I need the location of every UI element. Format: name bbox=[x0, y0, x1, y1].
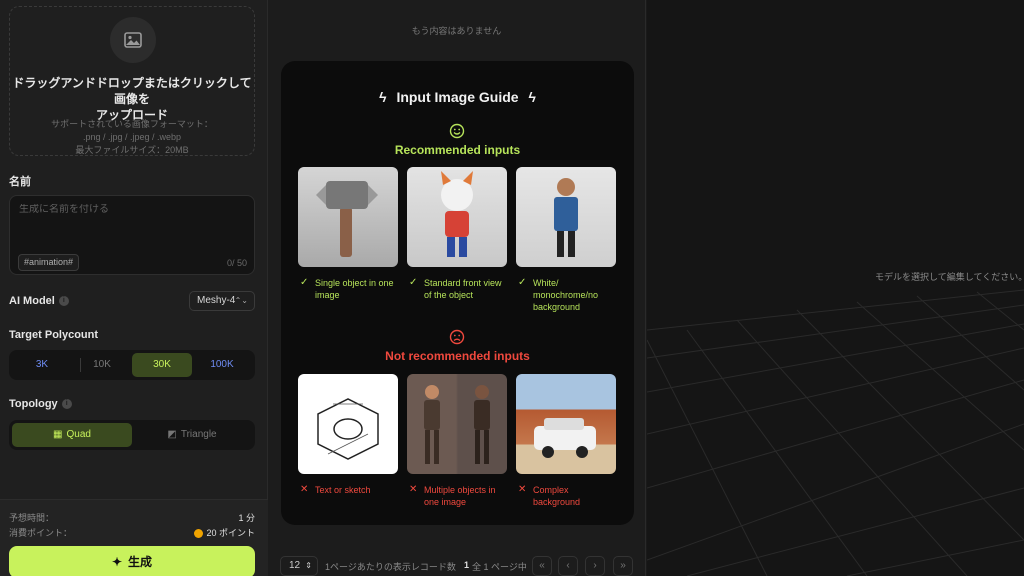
chevron-updown-icon: ⌃⌄ bbox=[234, 296, 248, 305]
topology-option-triangle[interactable]: ◩ Triangle bbox=[132, 423, 252, 447]
caption-front-view: ✓ Standard front view of the object bbox=[409, 277, 509, 301]
page-size-label: 1ページあたりの表示レコード数 bbox=[325, 562, 456, 572]
app: ドラッグアンドドロップまたはクリックして画像を アップロード サポートされている… bbox=[0, 0, 1024, 576]
quad-grid-icon: ▦ bbox=[53, 429, 63, 440]
triangle-mesh-icon: ◩ bbox=[167, 429, 177, 440]
last-page-button[interactable]: » bbox=[613, 556, 633, 576]
caption-complex-background: ✕ Complex background bbox=[518, 484, 618, 508]
caption-text: Standard front view of the object bbox=[424, 278, 502, 300]
points-cost-text: 20 ポイント bbox=[206, 528, 255, 538]
caption-text: Multiple objects in one image bbox=[424, 485, 496, 507]
name-label: 名前 bbox=[9, 176, 31, 188]
topology-option-quad[interactable]: ▦ Quad bbox=[12, 423, 132, 447]
ai-model-value: Meshy-4 bbox=[197, 295, 236, 306]
topology-label: Topology i bbox=[9, 398, 72, 410]
coin-icon bbox=[194, 529, 204, 539]
polycount-segmented-control: 3K 10K 30K 100K bbox=[9, 350, 255, 380]
estimated-time-row: 予想時間： 1 分 bbox=[9, 511, 255, 524]
polycount-option-10k[interactable]: 10K bbox=[72, 353, 132, 377]
example-hammer-image bbox=[298, 167, 398, 267]
generate-label: 生成 bbox=[128, 555, 153, 569]
check-icon: ✓ bbox=[409, 277, 418, 288]
name-field-box: #animation# 0/ 50 bbox=[9, 195, 255, 275]
first-page-button[interactable]: « bbox=[532, 556, 552, 576]
sparkle-icon: ✦ bbox=[111, 555, 123, 569]
upload-formats-info: サポートされている画像フォーマット： .png / .jpg / .jpeg /… bbox=[10, 118, 254, 157]
points-cost-label: 消費ポイント： bbox=[9, 528, 73, 538]
history-panel: もう内容はありません ϟ Input Image Guide ϟ Recomme… bbox=[268, 0, 646, 576]
input-image-guide-card: ϟ Input Image Guide ϟ Recommended inputs bbox=[281, 61, 634, 525]
max-file-size: 最大ファイルサイズ：20MB bbox=[75, 145, 189, 155]
ai-model-label: AI Model i bbox=[9, 295, 69, 307]
example-multiple-objects-image bbox=[407, 374, 507, 474]
left-panel: ドラッグアンドドロップまたはクリックして画像を アップロード サポートされている… bbox=[0, 0, 268, 576]
lightning-icon: ϟ bbox=[528, 89, 536, 105]
points-cost-row: 消費ポイント： 20 ポイント bbox=[9, 526, 255, 539]
next-page-button[interactable]: › bbox=[585, 556, 605, 576]
page-size-value: 12 bbox=[289, 560, 301, 571]
example-sketch-image bbox=[298, 374, 398, 474]
guide-title: ϟ Input Image Guide ϟ bbox=[281, 89, 634, 105]
info-icon[interactable]: i bbox=[58, 296, 69, 307]
page-size-select[interactable]: 12 ⇕ bbox=[280, 556, 318, 576]
cross-icon: ✕ bbox=[300, 484, 309, 495]
supported-formats: .png / .jpg / .jpeg / .webp bbox=[82, 132, 182, 142]
animation-tag[interactable]: #animation# bbox=[18, 254, 80, 271]
topology-label-text: Topology bbox=[9, 398, 58, 410]
caption-text: Single object in one image bbox=[315, 278, 394, 300]
model-viewer[interactable]: モデルを選択して編集してください。 bbox=[647, 0, 1024, 576]
check-icon: ✓ bbox=[300, 277, 309, 288]
ai-model-label-text: AI Model bbox=[9, 295, 55, 307]
topology-segmented-control: ▦ Quad ◩ Triangle bbox=[9, 420, 255, 450]
generate-button[interactable]: ✦ 生成 bbox=[9, 546, 255, 576]
upload-title-line1: ドラッグアンドドロップまたはクリックして画像を bbox=[12, 76, 252, 106]
polycount-option-3k[interactable]: 3K bbox=[12, 353, 72, 377]
topology-quad-label: Quad bbox=[66, 429, 91, 440]
image-icon bbox=[110, 17, 156, 63]
current-page: 1 bbox=[464, 560, 470, 570]
guide-title-text: Input Image Guide bbox=[396, 89, 519, 105]
lightning-icon: ϟ bbox=[379, 89, 387, 105]
page-total-info: 全 1 ページ中 bbox=[472, 562, 527, 572]
example-pirate-figure-image bbox=[516, 167, 616, 267]
name-input[interactable] bbox=[19, 204, 239, 215]
polycount-option-100k[interactable]: 100K bbox=[192, 353, 252, 377]
estimated-time-value: 1 分 bbox=[238, 513, 255, 523]
ai-model-select[interactable]: Meshy-4 ⌃⌄ bbox=[189, 291, 255, 311]
image-upload-dropzone[interactable]: ドラッグアンドドロップまたはクリックして画像を アップロード サポートされている… bbox=[9, 6, 255, 156]
select-model-hint: モデルを選択して編集してください。 bbox=[875, 272, 1024, 282]
polycount-option-30k[interactable]: 30K bbox=[132, 353, 192, 377]
viewer-grid-floor bbox=[647, 289, 1024, 576]
name-char-counter: 0/ 50 bbox=[226, 258, 247, 268]
check-icon: ✓ bbox=[518, 277, 527, 288]
upload-title: ドラッグアンドドロップまたはクリックして画像を アップロード bbox=[10, 75, 254, 123]
caption-multiple-objects: ✕ Multiple objects in one image bbox=[409, 484, 509, 508]
example-complex-background-image bbox=[516, 374, 616, 474]
info-icon[interactable]: i bbox=[61, 399, 72, 410]
estimated-time-label: 予想時間： bbox=[9, 513, 55, 523]
caption-text: White/ monochrome/no background bbox=[533, 278, 599, 312]
prev-page-button[interactable]: ‹ bbox=[558, 556, 578, 576]
caption-text: Complex background bbox=[533, 485, 581, 507]
no-more-content-text: もう内容はありません bbox=[411, 26, 502, 36]
caption-single-object: ✓ Single object in one image bbox=[300, 277, 400, 301]
recommended-title: Recommended inputs bbox=[394, 143, 521, 157]
caption-text-sketch: ✕ Text or sketch bbox=[300, 484, 400, 496]
chevron-updown-icon: ⇕ bbox=[305, 561, 312, 570]
frown-icon bbox=[449, 329, 465, 345]
example-character-front-image bbox=[407, 167, 507, 267]
supported-formats-label: サポートされている画像フォーマット： bbox=[51, 119, 213, 129]
not-recommended-title: Not recommended inputs bbox=[385, 349, 530, 363]
smile-icon bbox=[449, 123, 465, 139]
pagination: 12 ⇕ 1ページあたりの表示レコード数 1 全 1 ページ中 « ‹ › » bbox=[278, 556, 638, 576]
polycount-label: Target Polycount bbox=[9, 329, 99, 341]
caption-text: Text or sketch bbox=[315, 485, 371, 495]
points-cost-value: 20 ポイント bbox=[194, 526, 255, 539]
cross-icon: ✕ bbox=[409, 484, 418, 495]
topology-triangle-label: Triangle bbox=[180, 429, 217, 440]
cross-icon: ✕ bbox=[518, 484, 527, 495]
caption-plain-background: ✓ White/ monochrome/no background bbox=[518, 277, 618, 313]
